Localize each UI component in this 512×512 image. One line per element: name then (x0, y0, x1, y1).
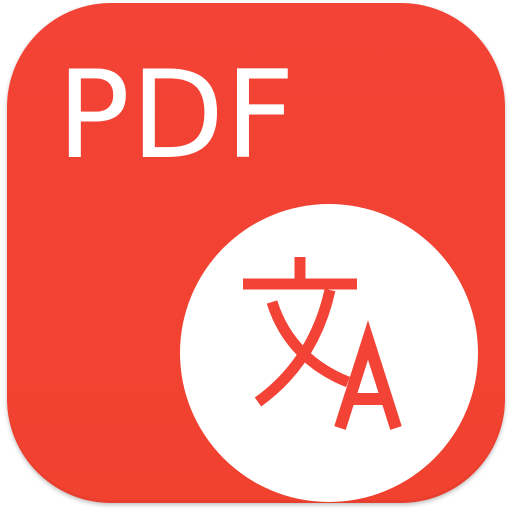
translate-badge (180, 204, 478, 502)
app-label: PDF (57, 45, 296, 186)
translate-icon (243, 257, 402, 430)
app-icon[interactable]: PDF (7, 3, 505, 503)
